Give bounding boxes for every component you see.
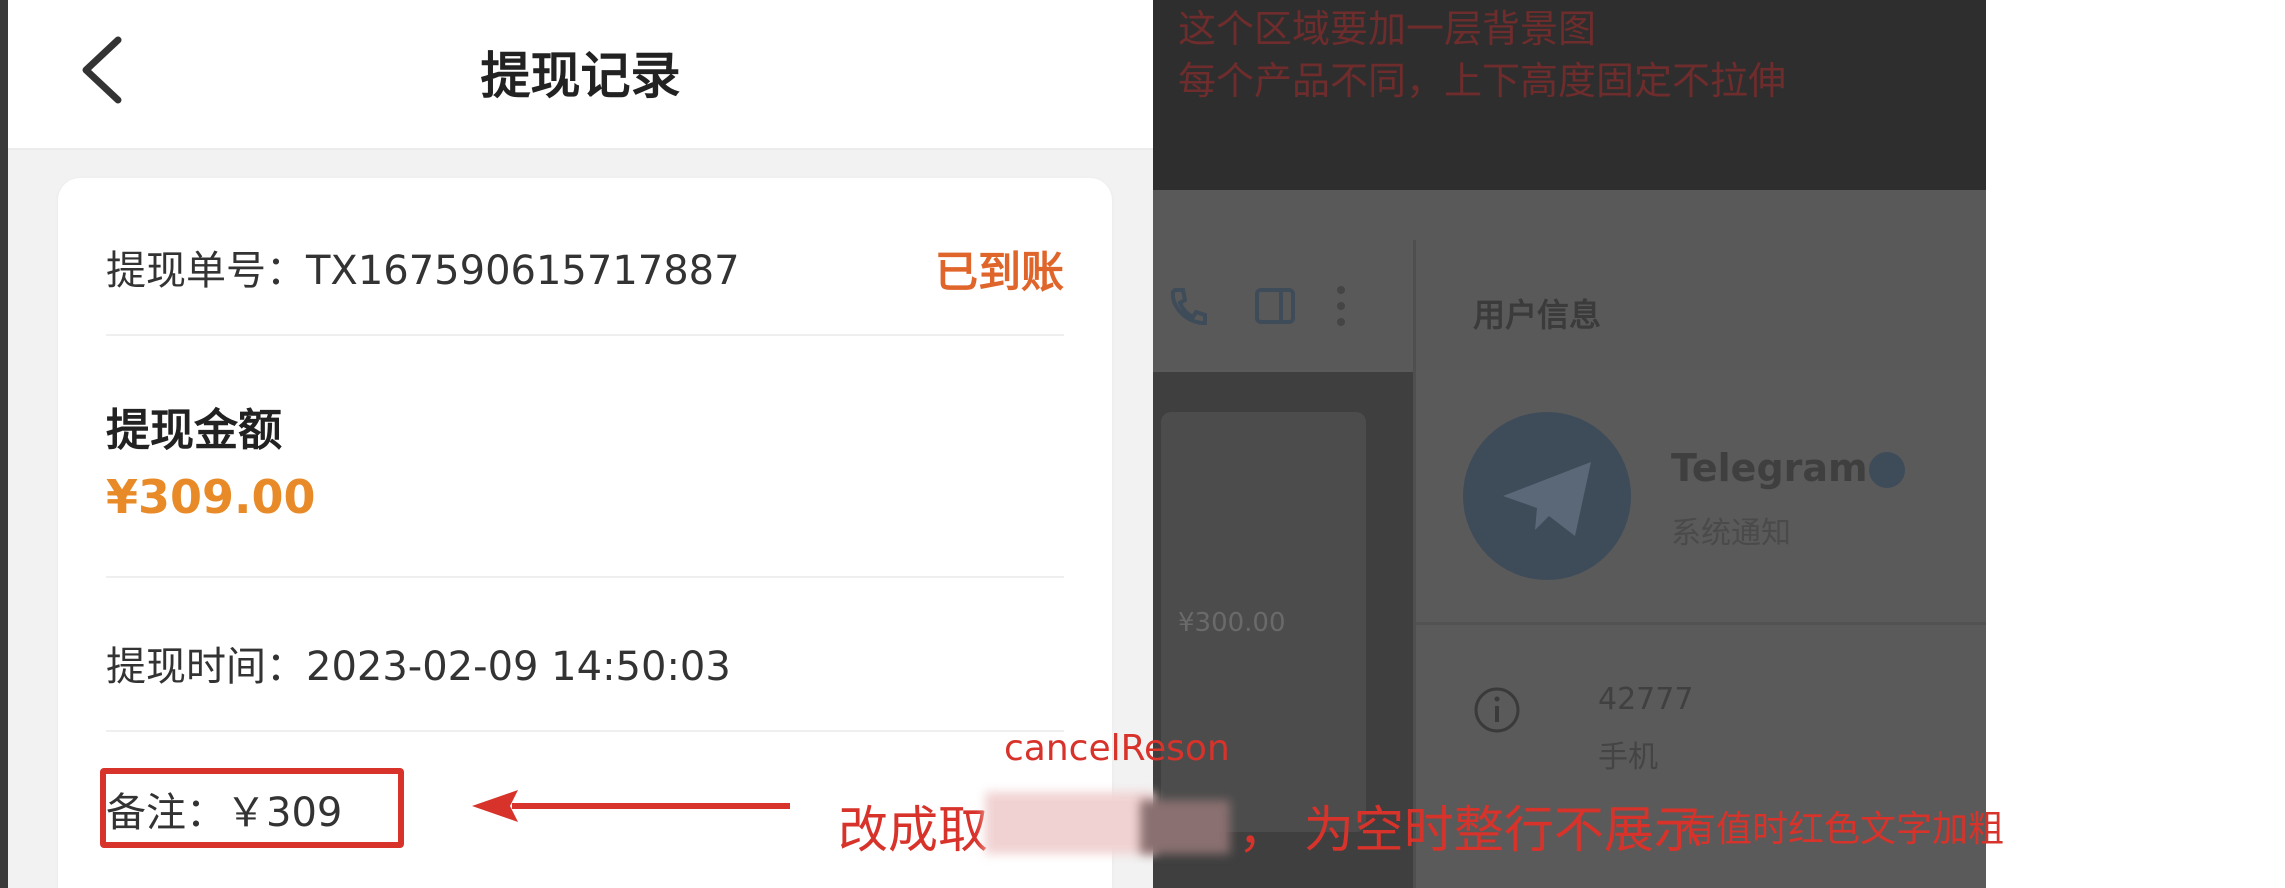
phone-screen: 提现记录 提现单号：TX167590615717887 已到账 提现金额 ¥30… <box>8 0 1153 888</box>
redacted-patch <box>1140 800 1230 854</box>
divider <box>106 334 1064 336</box>
paper-plane-icon <box>1503 462 1591 536</box>
order-label: 提现单号： <box>106 248 306 294</box>
annotation-main-text: 改成取 <box>838 801 988 859</box>
chat-toolbar <box>1153 190 1986 370</box>
time-value: 2023-02-09 14:50:03 <box>306 644 731 690</box>
annotation-sub-text: ， 为空时整行不展示 <box>1238 801 1704 859</box>
banner-note-line1: 这个区域要加一层背景图 <box>1178 7 1597 51</box>
contact-subtitle: 系统通知 <box>1671 516 1791 551</box>
preview-amount: ¥300.00 <box>1178 608 1286 638</box>
annotation-highlight-box <box>100 768 404 848</box>
time-row: 提现时间：2023-02-09 14:50:03 <box>106 634 731 692</box>
annotation-field-name: cancelReson <box>1004 728 1230 769</box>
page-title: 提现记录 <box>480 47 681 105</box>
divider <box>106 730 1064 732</box>
info-icon <box>1474 687 1520 733</box>
dark-banner: 这个区域要加一层背景图 每个产品不同，上下高度固定不拉伸 <box>1153 0 1986 190</box>
info-value: 42777 <box>1598 682 1694 717</box>
time-label: 提现时间： <box>106 644 306 690</box>
telegram-avatar <box>1463 412 1631 580</box>
phone-icon[interactable] <box>1165 284 1209 328</box>
user-info-title: 用户信息 <box>1473 296 1602 334</box>
banner-note-line2: 每个产品不同，上下高度固定不拉伸 <box>1178 59 1787 103</box>
redacted-patch <box>985 792 1155 854</box>
annotation-arrow-icon <box>472 790 790 822</box>
verified-icon <box>1869 452 1905 488</box>
divider <box>106 576 1064 578</box>
info-label: 手机 <box>1598 740 1658 775</box>
withdraw-record-card[interactable]: 提现单号：TX167590615717887 已到账 提现金额 ¥309.00 … <box>58 178 1112 888</box>
nav-bar: 提现记录 <box>8 0 1153 150</box>
contact-name: Telegram <box>1671 446 1868 490</box>
status-badge: 已到账 <box>935 248 1064 298</box>
window-edge <box>0 0 8 888</box>
amount-value: ¥309.00 <box>106 470 316 524</box>
annotation-detail-text: 有值时红色文字加粗 <box>1680 809 2005 850</box>
more-vertical-icon[interactable] <box>1331 284 1351 328</box>
order-row: 提现单号：TX167590615717887 <box>106 238 740 296</box>
amount-label: 提现金额 <box>106 405 282 456</box>
background-screenshot: 这个区域要加一层背景图 每个产品不同，上下高度固定不拉伸 ¥300.00 用户信… <box>1153 0 1986 888</box>
info-divider <box>1416 622 1986 625</box>
order-number: TX167590615717887 <box>306 248 740 294</box>
sidebar-icon[interactable] <box>1253 284 1297 328</box>
